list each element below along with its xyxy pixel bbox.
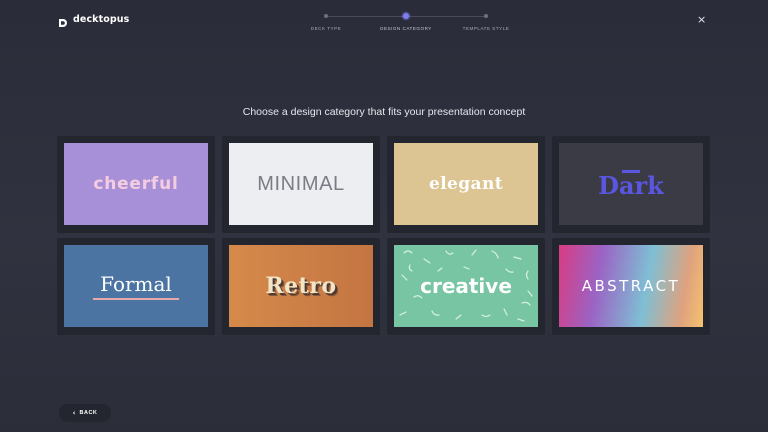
category-label: Dark [598,171,664,200]
step-indicator-active [403,13,409,19]
category-thumbnail: ABSTRACT [559,245,703,327]
back-button[interactable]: ‹ BACK [59,404,111,422]
step-indicator [484,14,488,18]
step-design-category[interactable]: DESIGN CATEGORY [361,10,451,31]
category-thumbnail: MINIMAL [229,143,373,225]
back-button-label: BACK [79,410,98,416]
step-indicator [324,14,328,18]
underline-decoration [93,298,179,300]
category-thumbnail: elegant [394,143,538,225]
category-label: Formal [100,272,172,296]
progress-stepper: DECK TYPE DESIGN CATEGORY TEMPLATE STYLE [300,10,530,36]
category-card-elegant[interactable]: elegant [387,136,545,233]
category-label: elegant [428,174,503,194]
category-label: MINIMAL [257,172,345,195]
category-card-abstract[interactable]: ABSTRACT [552,238,710,335]
step-template-style[interactable]: TEMPLATE STYLE [441,10,531,31]
category-card-creative[interactable]: creative [387,238,545,335]
category-label: ABSTRACT [581,277,681,295]
category-card-dark[interactable]: Dark [552,136,710,233]
step-label: DECK TYPE [310,26,342,31]
app-logo[interactable]: decktopus [58,14,130,27]
category-card-cheerful[interactable]: cheerful [57,136,215,233]
page-heading: Choose a design category that fits your … [242,106,526,118]
category-label: Retro [265,273,337,299]
category-label: creative [420,274,512,298]
step-deck-type[interactable]: DECK TYPE [281,10,371,31]
step-label: TEMPLATE STYLE [462,26,510,31]
category-thumbnail: Dark [559,143,703,225]
category-label: cheerful [93,174,179,194]
step-label: DESIGN CATEGORY [380,26,432,31]
app-name: decktopus [73,14,130,25]
close-button[interactable]: × [697,12,706,28]
category-thumbnail: creative [394,245,538,327]
category-thumbnail: Retro [229,245,373,327]
category-card-retro[interactable]: Retro [222,238,380,335]
category-card-minimal[interactable]: MINIMAL [222,136,380,233]
category-card-formal[interactable]: Formal [57,238,215,335]
category-thumbnail: cheerful [64,143,208,225]
category-thumbnail: Formal [64,245,208,327]
decktopus-logo-icon [58,15,68,27]
chevron-left-icon: ‹ [72,409,76,417]
close-icon: × [697,13,707,26]
